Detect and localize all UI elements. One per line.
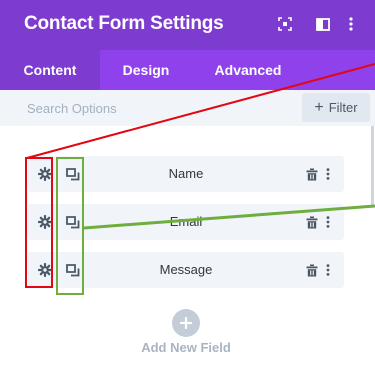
more-vertical-icon[interactable] xyxy=(322,261,334,279)
modal-header: Contact Form Settings xyxy=(0,0,375,50)
gear-icon[interactable] xyxy=(36,261,54,279)
field-row-email[interactable]: Email xyxy=(28,204,344,240)
trash-icon[interactable] xyxy=(303,213,321,231)
filter-button[interactable]: + Filter xyxy=(302,93,370,122)
duplicate-icon[interactable] xyxy=(64,165,82,183)
add-field-button[interactable] xyxy=(172,309,200,337)
tab-bar: Content Design Advanced xyxy=(0,50,375,90)
search-input[interactable] xyxy=(14,90,294,126)
tab-content[interactable]: Content xyxy=(0,50,100,90)
modal-title: Contact Form Settings xyxy=(24,13,224,34)
tab-advanced[interactable]: Advanced xyxy=(196,50,300,90)
plus-icon: + xyxy=(314,98,324,116)
gear-icon[interactable] xyxy=(36,213,54,231)
filter-label: Filter xyxy=(328,100,358,115)
duplicate-icon[interactable] xyxy=(64,261,82,279)
scrollbar[interactable] xyxy=(371,126,374,206)
more-vertical-icon[interactable] xyxy=(322,165,334,183)
tab-design[interactable]: Design xyxy=(100,50,192,90)
add-field-label[interactable]: Add New Field xyxy=(100,340,272,355)
trash-icon[interactable] xyxy=(303,261,321,279)
trash-icon[interactable] xyxy=(303,165,321,183)
field-label: Name xyxy=(168,166,204,181)
more-vertical-icon[interactable] xyxy=(322,213,334,231)
expand-icon[interactable] xyxy=(276,15,294,33)
field-row-name[interactable]: Name xyxy=(28,156,344,192)
field-label: Message xyxy=(159,262,213,277)
more-vertical-icon[interactable] xyxy=(345,15,357,33)
duplicate-icon[interactable] xyxy=(64,213,82,231)
gear-icon[interactable] xyxy=(36,165,54,183)
plus-icon xyxy=(180,317,192,329)
field-row-message[interactable]: Message xyxy=(28,252,344,288)
field-label: Email xyxy=(169,214,203,229)
sidebar-icon[interactable] xyxy=(314,15,332,33)
